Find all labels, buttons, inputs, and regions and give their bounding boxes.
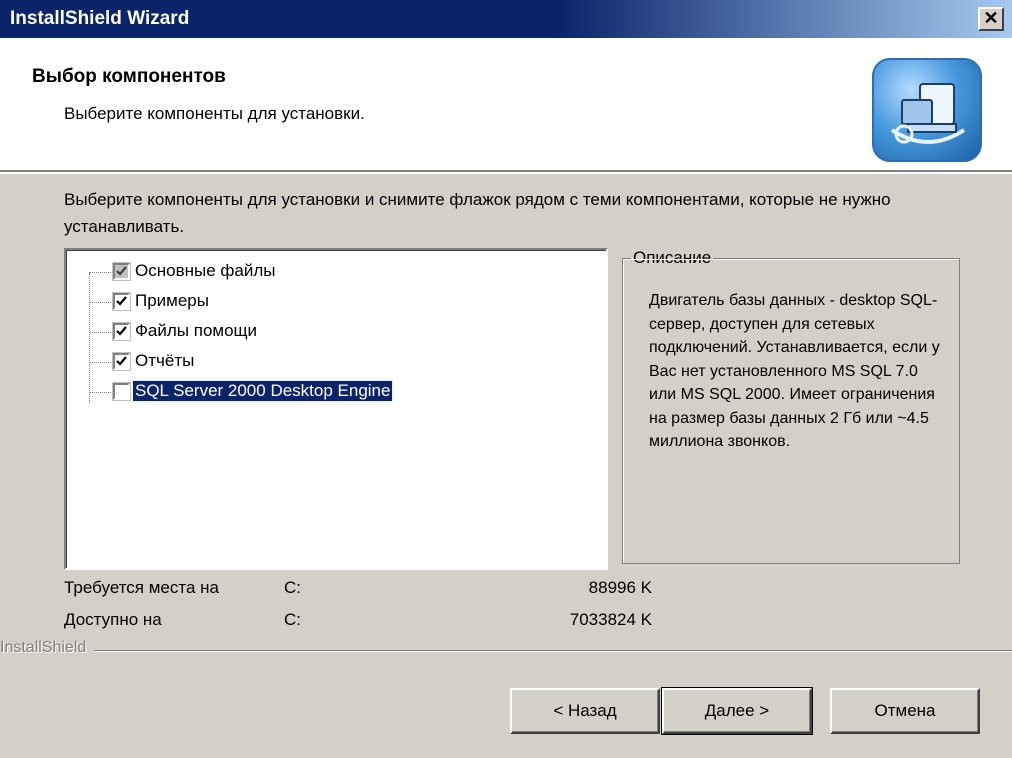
tree-connector xyxy=(89,273,90,403)
space-available-value: 7033824 K xyxy=(569,610,652,629)
checkbox-reports[interactable] xyxy=(112,352,131,371)
tree-item-label-selected: SQL Server 2000 Desktop Engine xyxy=(131,380,394,402)
space-required-value: 88996 K xyxy=(588,578,652,597)
back-button[interactable]: < Назад xyxy=(510,688,660,734)
tree-item-label: Отчёты xyxy=(135,351,195,370)
description-group: Описание Двигатель базы данных - desktop… xyxy=(622,248,960,564)
close-button[interactable]: ✕ xyxy=(978,7,1004,31)
tree-item-label: Основные файлы xyxy=(135,261,276,280)
cancel-button[interactable]: Отмена xyxy=(830,688,980,734)
checkmark-icon xyxy=(116,296,127,306)
instructions-text: Выберите компоненты для установки и сним… xyxy=(64,190,891,236)
description-legend: Описание xyxy=(631,248,714,268)
checkmark-icon xyxy=(116,326,127,336)
installshield-window: InstallShield Wizard ✕ Выбор компонентов… xyxy=(0,0,1012,758)
page-subtitle: Выберите компоненты для установки. xyxy=(64,104,365,123)
next-button[interactable]: Далее > xyxy=(661,687,813,735)
checkmark-icon xyxy=(116,356,127,366)
tree-item-label: Примеры xyxy=(135,291,209,310)
window-title: InstallShield Wizard xyxy=(10,8,190,29)
close-icon: ✕ xyxy=(983,8,999,28)
space-required-drive: C: xyxy=(284,578,301,597)
wizard-header: Выбор компонентов Выберите компоненты дл… xyxy=(0,38,1012,174)
checkbox-help-files[interactable] xyxy=(112,322,131,341)
computer-install-icon xyxy=(872,58,982,162)
next-button-label: Далее > xyxy=(704,701,770,720)
space-available-drive: C: xyxy=(284,610,301,629)
back-button-label: < Назад xyxy=(553,701,617,720)
checkbox-examples[interactable] xyxy=(112,292,131,311)
installshield-brand: InstallShield xyxy=(0,639,95,657)
title-bar: InstallShield Wizard ✕ xyxy=(0,0,1012,38)
checkmark-icon xyxy=(116,266,127,276)
components-tree[interactable]: Основные файлы Примеры Файлы помощи Отчё… xyxy=(64,248,608,570)
cancel-button-label: Отмена xyxy=(874,701,936,720)
checkbox-sql-server[interactable] xyxy=(112,382,131,401)
description-text: Двигатель базы данных - desktop SQL-серв… xyxy=(649,292,940,450)
checkbox-main-files[interactable] xyxy=(112,262,131,281)
page-title: Выбор компонентов xyxy=(32,66,226,87)
space-available-label: Доступно на xyxy=(64,610,162,629)
space-required-label: Требуется места на xyxy=(64,578,219,597)
tree-item-label: Файлы помощи xyxy=(135,321,258,340)
